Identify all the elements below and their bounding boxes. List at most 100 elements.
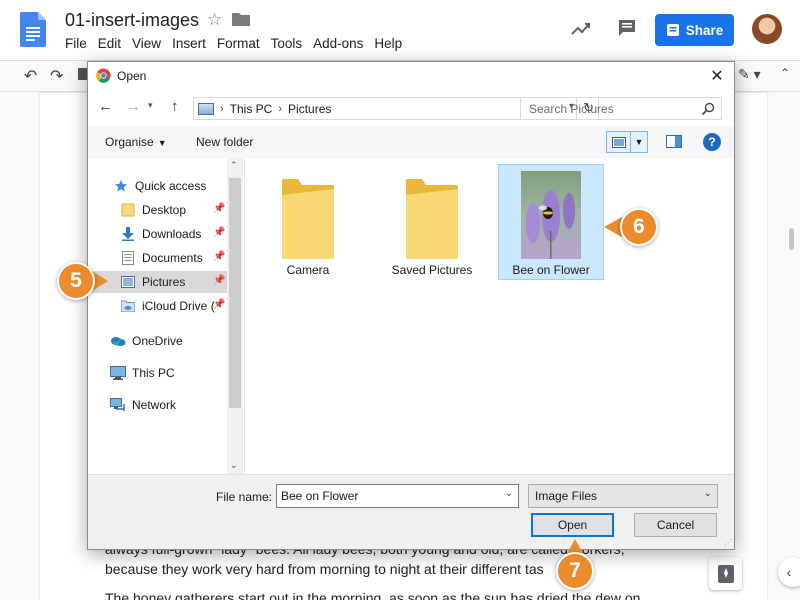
- search-icon: [701, 102, 715, 116]
- file-name-label: File name:: [216, 490, 273, 504]
- pin-icon[interactable]: 📌: [213, 299, 225, 310]
- activity-trend-icon[interactable]: [570, 18, 592, 40]
- organise-button[interactable]: Organise ▼: [105, 135, 167, 149]
- nav-item-downloads[interactable]: Downloads 📌: [120, 223, 227, 245]
- menu-format[interactable]: Format: [217, 36, 260, 51]
- change-view-button[interactable]: ▼: [606, 131, 648, 153]
- command-bar: Organise ▼ New folder ▼ ?: [88, 126, 734, 158]
- file-name: Saved Pictures: [391, 263, 473, 277]
- callout-step-6: 6: [620, 208, 658, 246]
- google-docs-icon[interactable]: [20, 12, 46, 47]
- nav-item-this-pc[interactable]: This PC: [110, 362, 227, 384]
- folder-camera[interactable]: Camera: [256, 165, 360, 279]
- docs-menubar: File Edit View Insert Format Tools Add-o…: [65, 36, 413, 51]
- file-name-input[interactable]: Bee on Flower ⌄: [276, 484, 519, 508]
- folder-icon[interactable]: [232, 12, 250, 26]
- new-folder-button[interactable]: New folder: [196, 135, 253, 149]
- folder-icon: [282, 173, 334, 259]
- chevron-right-icon[interactable]: ›: [220, 103, 224, 115]
- nav-item-pictures[interactable]: Pictures 📌: [89, 271, 227, 293]
- lock-people-icon: [666, 24, 679, 36]
- chevron-down-icon[interactable]: ▼: [631, 132, 647, 152]
- menu-addons[interactable]: Add-ons: [313, 36, 363, 51]
- nav-label: This PC: [132, 366, 175, 380]
- open-button[interactable]: Open: [531, 513, 614, 537]
- dialog-titlebar[interactable]: Open ✕: [88, 62, 734, 90]
- side-panel-toggle-icon[interactable]: ‹: [778, 557, 800, 587]
- callout-step-5: 5: [57, 262, 95, 300]
- nav-item-icloud-drive[interactable]: iCloud Drive ( 📌: [120, 295, 227, 317]
- chevron-down-icon[interactable]: ⌄: [505, 488, 513, 499]
- share-button[interactable]: Share: [655, 14, 734, 46]
- nav-label: Documents: [142, 251, 203, 265]
- menu-file[interactable]: File: [65, 36, 87, 51]
- network-icon: [110, 398, 126, 412]
- nav-label: Pictures: [142, 275, 186, 289]
- resize-grip-icon[interactable]: ⋰: [724, 538, 732, 547]
- pictures-icon: [198, 102, 214, 115]
- pin-icon[interactable]: 📌: [213, 275, 225, 286]
- cancel-button[interactable]: Cancel: [634, 513, 717, 537]
- nav-item-documents[interactable]: Documents 📌: [120, 247, 227, 269]
- pin-icon[interactable]: 📌: [213, 227, 225, 238]
- menu-tools[interactable]: Tools: [271, 36, 303, 51]
- nav-item-quick-access[interactable]: Quick access: [113, 175, 227, 197]
- chevron-down-icon: ▼: [157, 138, 167, 148]
- star-icon[interactable]: ☆: [207, 10, 222, 30]
- folder-saved-pictures[interactable]: Saved Pictures: [380, 165, 484, 279]
- comment-icon[interactable]: [617, 18, 637, 38]
- help-icon[interactable]: ?: [703, 133, 721, 151]
- preview-pane-icon[interactable]: [666, 135, 682, 148]
- view-icon[interactable]: [607, 132, 631, 152]
- collapse-toolbar-icon[interactable]: ⌃: [780, 66, 790, 80]
- menu-view[interactable]: View: [132, 36, 161, 51]
- file-name: Camera: [286, 263, 330, 277]
- organise-label: Organise: [105, 135, 154, 149]
- undo-icon[interactable]: ↶: [24, 66, 37, 86]
- explore-icon: [717, 564, 734, 583]
- forward-arrow-icon[interactable]: →: [126, 98, 141, 115]
- folder-icon: [406, 173, 458, 259]
- scrollbar-thumb[interactable]: [229, 178, 241, 408]
- file-name: Bee on Flower: [512, 263, 590, 277]
- body-line: because they work very hard from morning…: [105, 561, 544, 577]
- back-arrow-icon[interactable]: ←: [98, 98, 113, 115]
- avatar[interactable]: [752, 14, 782, 44]
- file-type-select[interactable]: Image Files ⌄: [528, 484, 718, 508]
- search-placeholder: Search Pictures: [529, 102, 614, 116]
- redo-icon[interactable]: ↷: [50, 66, 63, 86]
- pin-icon[interactable]: 📌: [213, 203, 225, 214]
- nav-label: Quick access: [135, 179, 207, 193]
- menu-help[interactable]: Help: [374, 36, 402, 51]
- file-bee-on-flower[interactable]: Bee on Flower: [498, 164, 604, 280]
- search-input[interactable]: Search Pictures: [520, 97, 722, 120]
- breadcrumb-this-pc[interactable]: This PC: [230, 102, 273, 116]
- pin-icon[interactable]: 📌: [213, 251, 225, 262]
- menu-insert[interactable]: Insert: [172, 36, 206, 51]
- nav-label: OneDrive: [132, 334, 183, 348]
- close-icon[interactable]: ✕: [705, 64, 729, 88]
- recent-locations-icon[interactable]: ▾: [148, 100, 153, 111]
- nav-label: Desktop: [142, 203, 187, 217]
- chevron-down-icon[interactable]: ⌄: [230, 460, 238, 471]
- pane-divider[interactable]: [244, 158, 245, 474]
- nav-item-network[interactable]: Network: [110, 394, 227, 416]
- document-scrollbar[interactable]: [789, 228, 794, 250]
- up-arrow-icon[interactable]: ↑: [171, 98, 179, 115]
- navigation-scrollbar[interactable]: ⌃ ⌄: [227, 158, 243, 474]
- chevron-up-icon[interactable]: ⌃: [230, 160, 238, 171]
- file-name-value: Bee on Flower: [281, 489, 359, 503]
- breadcrumb-pictures[interactable]: Pictures: [288, 102, 331, 116]
- share-label: Share: [685, 22, 724, 38]
- nav-label: iCloud Drive (: [142, 299, 215, 313]
- chevron-right-icon[interactable]: ›: [278, 103, 282, 115]
- navigation-pane: Quick access Desktop 📌 Downloads 📌 Docum…: [89, 158, 243, 474]
- document-title[interactable]: 01-insert-images: [65, 10, 199, 31]
- edit-mode-icon[interactable]: ✎ ▾: [738, 66, 761, 83]
- nav-item-desktop[interactable]: Desktop 📌: [120, 199, 227, 221]
- menu-edit[interactable]: Edit: [98, 36, 121, 51]
- nav-item-onedrive[interactable]: OneDrive: [110, 330, 227, 352]
- chevron-down-icon[interactable]: ⌄: [704, 488, 712, 499]
- open-dialog: Open ✕ ← → ▾ ↑ › This PC › Pictures ▾ ↻ …: [87, 61, 735, 550]
- explore-button[interactable]: [709, 557, 742, 590]
